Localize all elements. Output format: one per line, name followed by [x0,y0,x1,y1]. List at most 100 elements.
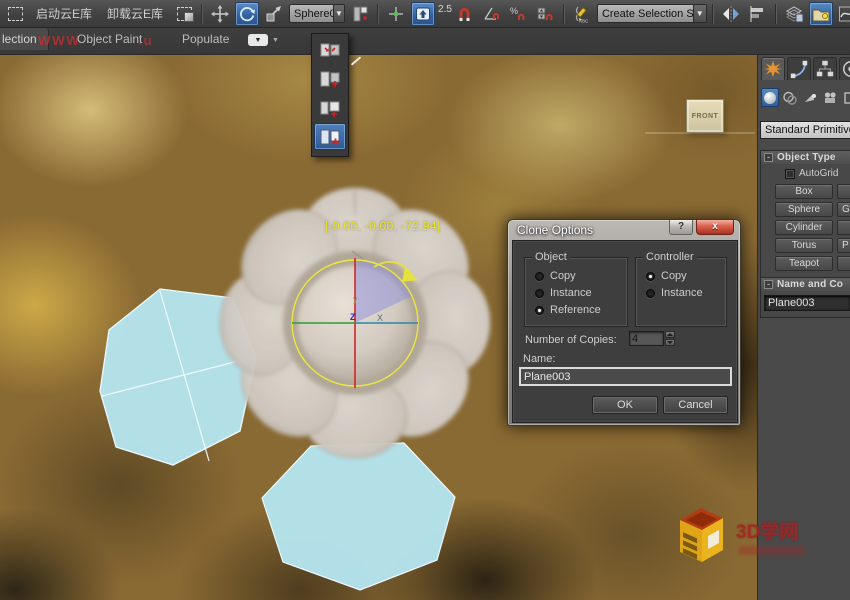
sphere-button[interactable]: Sphere [775,202,833,217]
subtab-cameras[interactable] [821,88,839,107]
spinner-up-button[interactable] [665,331,675,338]
ok-button[interactable]: OK [592,396,658,414]
radio-icon [646,289,655,298]
helpers-icon [843,91,850,105]
watermark-text: WWW [38,33,81,48]
collapse-icon: - [764,153,773,162]
subtab-helpers[interactable] [841,88,850,107]
controller-group: Controller Copy Instance [635,257,727,327]
spinner-snap-icon [537,6,554,22]
geosphere-button[interactable]: Ge [837,202,850,217]
tab-create[interactable] [761,57,785,80]
mirror-icon [721,5,741,23]
object-group: Object Copy Instance Reference [524,257,628,327]
subtab-geometry[interactable] [761,88,779,107]
tab-object-paint[interactable]: Object Paint [77,32,142,46]
uninstall-cloud-library-button[interactable]: 卸载云E库 [101,5,169,22]
lights-icon [803,91,817,105]
pyramid-button[interactable]: P [837,238,850,253]
name-color-rollout-header[interactable]: - Name and Co [761,278,850,291]
flyout-option-4-button[interactable] [314,123,346,150]
plane-object-bottom[interactable] [262,443,455,590]
layer-manager-button[interactable] [782,2,806,26]
layers-icon [784,5,804,23]
keyboard-override-toggle-button[interactable] [411,2,435,26]
axis-x-label: X [377,313,383,323]
dialog-close-button[interactable]: x [696,220,734,235]
select-manipulate-button[interactable] [384,2,408,26]
tab-populate[interactable]: Populate [182,32,229,46]
object-type-rollout: - Object Type AutoGrid Box Sphere Ge Cyl… [760,150,850,278]
reference-coordinate-system-select[interactable]: Sphere00 ▼ [289,4,345,23]
snaps-toggle-button[interactable] [453,2,477,26]
curve-editor-button[interactable] [836,2,850,26]
subtab-lights[interactable] [801,88,819,107]
curve-editor-icon [838,5,850,23]
tab-hierarchy[interactable] [813,57,837,80]
teapot-button[interactable]: Teapot [775,256,833,271]
flyout-option-1-button[interactable] [314,36,346,63]
align-button[interactable] [746,2,770,26]
object-instance-radio[interactable]: Instance [535,287,592,299]
select-move-button[interactable] [208,2,232,26]
cylinder-button[interactable]: Cylinder [775,220,833,235]
motion-icon [841,59,850,79]
controller-copy-radio[interactable]: Copy [646,270,687,282]
clone-name-field[interactable] [519,367,732,386]
geometry-icon [763,91,777,105]
flyout-icon-1 [319,41,341,59]
mirror-button[interactable] [719,2,743,26]
named-sets-icon: ABC [573,5,591,23]
toolbar-separator [563,4,565,24]
edit-named-selection-sets-button[interactable]: ABC [570,2,594,26]
tube-button[interactable] [837,220,850,235]
tab-motion[interactable] [839,57,850,80]
percent-snap-button[interactable]: % [507,2,531,26]
launch-cloud-library-button[interactable]: 启动云E库 [30,5,98,22]
object-reference-radio[interactable]: Reference [535,304,601,316]
ribbon-tab-bar: lection WWW Object Paint .u Populate ▼ ▼ [0,28,850,55]
copies-field[interactable] [629,331,664,346]
graphite-ribbon-toggle-button[interactable] [809,2,833,26]
toolbar-separator [775,4,777,24]
controller-instance-radio[interactable]: Instance [646,287,703,299]
angle-snap-button[interactable] [480,2,504,26]
flyout-icon-2 [319,70,341,88]
pivot-center-icon [351,5,369,23]
selection-region-icon [8,7,23,21]
autogrid-checkbox[interactable] [785,169,795,179]
dialog-help-button[interactable]: ? [669,220,693,235]
rectangular-selection-region-button[interactable] [3,2,27,26]
box-button[interactable]: Box [775,184,833,199]
dialog-body: Object Copy Instance Reference Controlle… [512,240,738,423]
select-object-button[interactable] [172,2,196,26]
viewcube-front-face[interactable]: FRONT [686,99,724,133]
object-name-field[interactable] [764,295,850,311]
spinner-snap-button[interactable] [534,2,558,26]
object-type-rollout-header[interactable]: - Object Type [761,151,850,164]
plane-button[interactable] [837,256,850,271]
cone-button[interactable] [837,184,850,199]
ribbon-minimize-button[interactable]: ▼ [248,34,268,46]
flyout-option-2-button[interactable] [314,65,346,92]
magnet-icon [457,6,472,22]
use-pivot-center-button[interactable] [348,2,372,26]
use-center-flyout [311,33,349,157]
named-selection-set-select[interactable]: Create Selection Se ▼ [597,4,707,23]
cancel-button[interactable]: Cancel [663,396,728,414]
cameras-icon [823,91,837,105]
radio-icon [535,272,544,281]
torus-button[interactable]: Torus [775,238,833,253]
select-rotate-button[interactable] [235,2,259,26]
primitive-category-select[interactable]: Standard Primitives [760,121,850,139]
tab-modify[interactable] [787,57,811,80]
select-scale-button[interactable] [262,2,286,26]
watermark-text: .u [138,33,154,48]
subtab-shapes[interactable] [781,88,799,107]
object-copy-radio[interactable]: Copy [535,270,576,282]
spinner-down-button[interactable] [665,339,675,346]
flyout-option-3-button[interactable] [314,94,346,121]
autogrid-label: AutoGrid [799,168,838,179]
axis-y-label: y [353,294,358,304]
radio-icon [535,289,544,298]
